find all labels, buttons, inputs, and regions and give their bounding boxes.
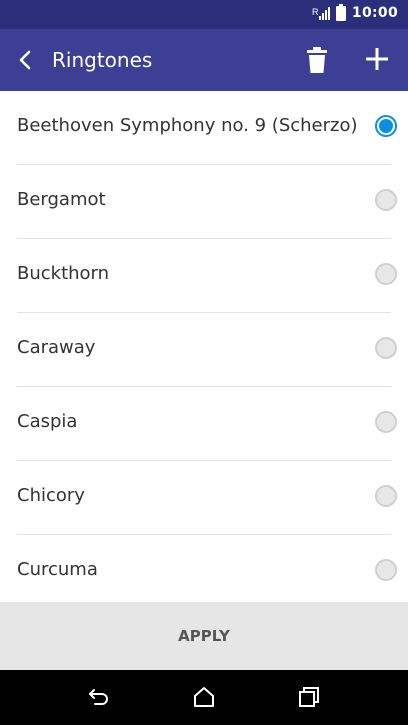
battery-icon	[335, 3, 346, 21]
radio-button-selected[interactable]	[375, 115, 397, 137]
ringtone-label: Bergamot	[17, 189, 106, 210]
ringtone-item[interactable]: Curcuma	[17, 535, 397, 602]
ringtone-item[interactable]: Caspia	[17, 387, 397, 461]
navigation-bar	[0, 670, 408, 725]
back-icon[interactable]	[86, 684, 112, 710]
app-bar: Ringtones	[0, 29, 408, 91]
radio-button[interactable]	[375, 263, 397, 285]
status-icons: R 10:00	[312, 3, 398, 21]
page-title: Ringtones	[52, 48, 153, 72]
back-arrow-icon[interactable]	[14, 48, 38, 72]
radio-button[interactable]	[375, 411, 397, 433]
recents-icon[interactable]	[296, 684, 322, 710]
ringtone-label: Beethoven Symphony no. 9 (Scherzo)	[17, 115, 358, 136]
ringtone-label: Buckthorn	[17, 263, 110, 284]
signal-icon: R	[312, 7, 330, 20]
ringtone-list: Beethoven Symphony no. 9 (Scherzo) Berga…	[0, 91, 408, 602]
ringtone-item[interactable]: Buckthorn	[17, 239, 397, 313]
ringtone-item[interactable]: Chicory	[17, 461, 397, 535]
radio-button[interactable]	[375, 485, 397, 507]
apply-label: APPLY	[178, 627, 230, 645]
radio-button[interactable]	[375, 559, 397, 581]
ringtone-item[interactable]: Caraway	[17, 313, 397, 387]
clock: 10:00	[351, 5, 398, 21]
ringtone-label: Chicory	[17, 485, 85, 506]
plus-icon[interactable]	[363, 45, 391, 73]
ringtone-label: Caspia	[17, 411, 78, 432]
radio-button[interactable]	[375, 337, 397, 359]
status-bar: R 10:00	[0, 0, 408, 29]
radio-button[interactable]	[375, 189, 397, 211]
ringtone-label: Caraway	[17, 337, 96, 358]
svg-text:R: R	[312, 7, 319, 17]
home-icon[interactable]	[191, 684, 217, 710]
trash-icon[interactable]	[304, 45, 330, 75]
ringtone-label: Curcuma	[17, 559, 98, 580]
ringtone-item[interactable]: Beethoven Symphony no. 9 (Scherzo)	[17, 91, 397, 165]
ringtone-item[interactable]: Bergamot	[17, 165, 397, 239]
apply-button[interactable]: APPLY	[0, 602, 408, 670]
